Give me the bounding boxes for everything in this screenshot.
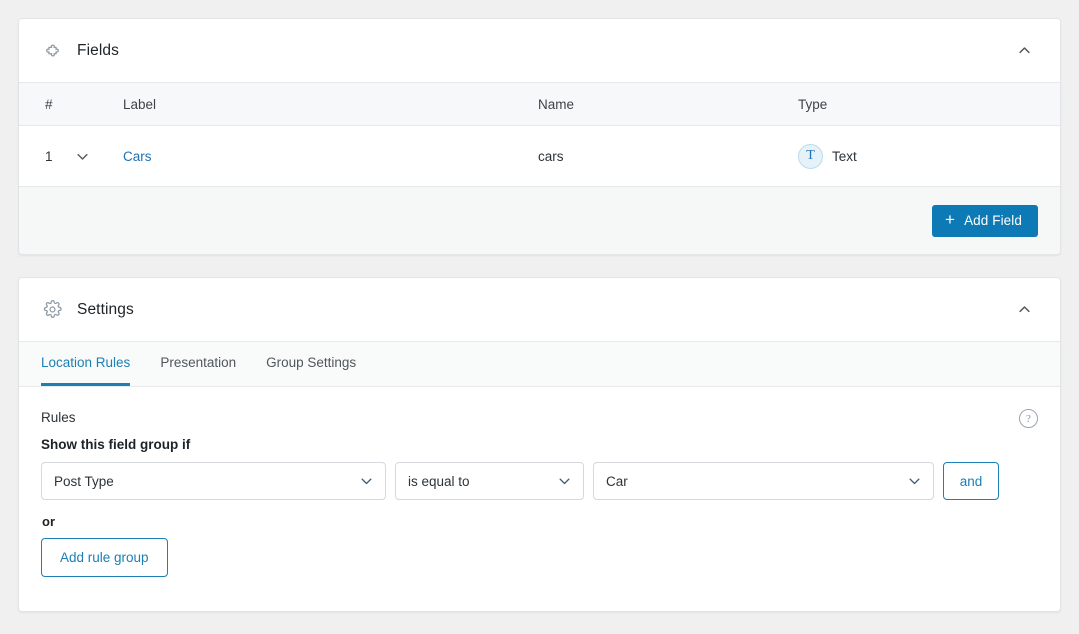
settings-panel: Settings Location Rules Presentation Gro… [18,277,1061,612]
settings-tabs: Location Rules Presentation Group Settin… [19,342,1060,387]
column-header-label: Label [121,97,538,112]
gear-icon [41,299,63,321]
rule-operator-value: is equal to [408,474,470,489]
fields-table-header-row: # Label Name Type [19,83,1060,126]
rule-param-value: Post Type [54,474,114,489]
column-header-name: Name [538,97,798,112]
rule-operator-select[interactable]: is equal to [395,462,584,500]
column-header-type: Type [798,97,1060,112]
settings-panel-collapse-chevron-up-icon[interactable] [1012,298,1036,322]
field-row-type-cell: T Text [798,144,1060,169]
field-row-name-cell: cars [538,149,798,164]
tab-presentation[interactable]: Presentation [160,342,236,386]
text-type-icon: T [798,144,823,169]
settings-panel-header: Settings [19,278,1060,342]
fields-panel-header: Fields [19,19,1060,83]
location-rules-body: ? Rules Show this field group if Post Ty… [19,387,1060,611]
tab-location-rules[interactable]: Location Rules [41,342,130,386]
table-row[interactable]: 1 Cars cars T Text [19,126,1060,187]
column-header-number: # [19,97,75,112]
field-row-number: 1 [19,149,75,164]
fields-panel-title: Fields [77,42,119,60]
plus-icon: + [945,211,955,228]
add-field-button[interactable]: + Add Field [932,205,1038,237]
tab-group-settings[interactable]: Group Settings [266,342,356,386]
rules-section-label: Rules [41,410,1038,425]
settings-panel-title: Settings [77,301,134,319]
field-row-label-cell: Cars [121,149,538,164]
chevron-down-icon [557,474,572,489]
or-label: or [42,514,1038,529]
add-field-button-label: Add Field [964,213,1022,228]
field-type-label: Text [832,149,857,164]
rule-value-select[interactable]: Car [593,462,934,500]
fields-table: # Label Name Type 1 Cars cars T [19,83,1060,187]
rules-condition-label: Show this field group if [41,437,1038,452]
fields-panel-footer: + Add Field [19,187,1060,254]
rule-param-select[interactable]: Post Type [41,462,386,500]
add-rule-group-button[interactable]: Add rule group [41,538,168,577]
rule-row: Post Type is equal to [41,462,1038,500]
rule-value-value: Car [606,474,628,489]
field-label-link[interactable]: Cars [123,149,152,164]
page-root: Fields # Label Name Type 1 [0,0,1079,634]
question-mark-icon[interactable]: ? [1019,409,1038,428]
field-row-expand-chevron-down-icon[interactable] [75,149,121,164]
chevron-down-icon [907,474,922,489]
fields-panel: Fields # Label Name Type 1 [18,18,1061,255]
add-and-rule-button[interactable]: and [943,462,999,500]
chevron-down-icon [359,474,374,489]
puzzle-piece-icon [41,40,63,62]
fields-panel-collapse-chevron-up-icon[interactable] [1012,39,1036,63]
